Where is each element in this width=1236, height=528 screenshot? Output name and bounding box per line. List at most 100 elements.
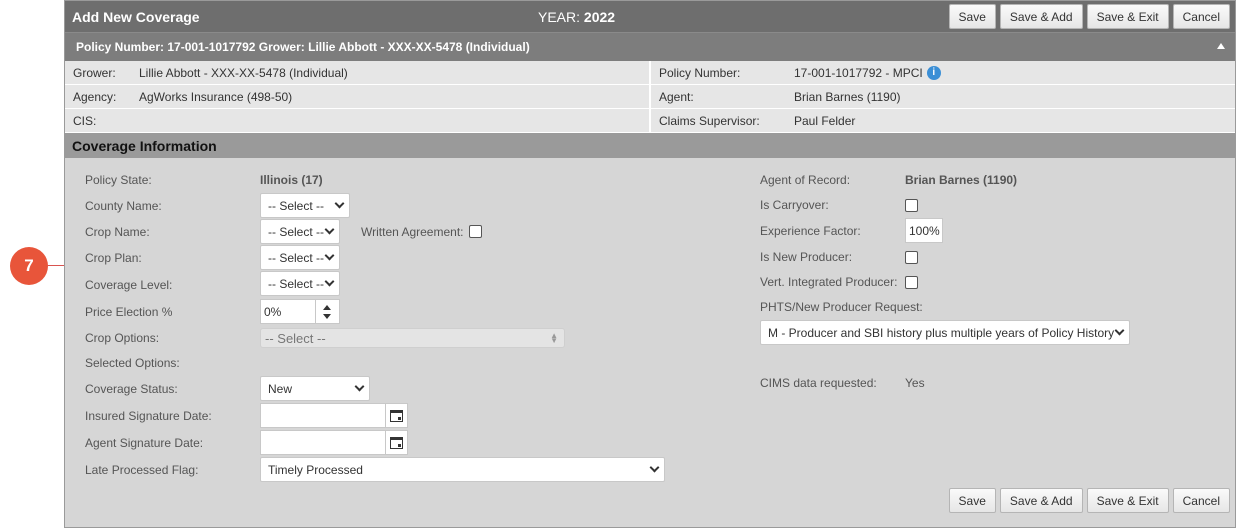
- late-processed-flag-select[interactable]: Timely Processed: [260, 457, 665, 482]
- price-election-label: Price Election %: [85, 305, 173, 319]
- agent-signature-date-input[interactable]: [260, 430, 386, 455]
- add-coverage-panel: Add New Coverage YEAR: 2022 Save Save & …: [64, 0, 1236, 528]
- experience-factor-input[interactable]: 100%: [905, 218, 943, 243]
- is-carryover-checkbox[interactable]: [905, 199, 918, 212]
- save-button[interactable]: Save: [948, 488, 996, 513]
- claims-supervisor-label: Claims Supervisor:: [659, 113, 760, 128]
- year-label: YEAR:: [538, 8, 581, 25]
- bottom-button-group: Save Save & Add Save & Exit Cancel: [948, 488, 1230, 513]
- selected-options-label: Selected Options:: [85, 356, 180, 370]
- is-new-producer-checkbox[interactable]: [905, 251, 918, 264]
- county-name-select[interactable]: -- Select --: [260, 193, 350, 218]
- page-title: Add New Coverage: [72, 8, 200, 25]
- collapse-caret-icon[interactable]: [1217, 43, 1225, 49]
- crop-plan-select[interactable]: -- Select --: [260, 245, 340, 270]
- save-button[interactable]: Save: [948, 4, 996, 29]
- save-exit-button[interactable]: Save & Exit: [1086, 4, 1169, 29]
- coverage-status-select-value: New: [268, 381, 293, 396]
- policy-state-value: Illinois (17): [260, 173, 323, 187]
- cancel-button[interactable]: Cancel: [1172, 488, 1230, 513]
- cims-data-requested-label: CIMS data requested:: [760, 376, 877, 390]
- chevron-down-icon: [324, 276, 335, 287]
- agent-value: Brian Barnes (1190): [794, 89, 901, 104]
- is-carryover-label: Is Carryover:: [760, 198, 829, 212]
- agency-row: Agency: AgWorks Insurance (498-50): [65, 85, 649, 109]
- crop-plan-select-value: -- Select --: [268, 250, 325, 265]
- vert-integrated-producer-checkbox[interactable]: [905, 276, 918, 289]
- experience-factor-label: Experience Factor:: [760, 224, 861, 238]
- phts-request-select-value: M - Producer and SBI history plus multip…: [768, 325, 1115, 340]
- cis-row: CIS:: [65, 109, 649, 133]
- written-agreement-checkbox[interactable]: [469, 225, 482, 238]
- grower-row: Grower: Lillie Abbott - XXX-XX-5478 (Ind…: [65, 61, 649, 85]
- coverage-level-select-value: -- Select --: [268, 276, 325, 291]
- claims-supervisor-value: Paul Felder: [794, 113, 856, 128]
- county-name-label: County Name:: [85, 199, 162, 213]
- written-agreement-label: Written Agreement:: [361, 225, 464, 239]
- late-processed-flag-select-value: Timely Processed: [268, 462, 363, 477]
- policy-state-label: Policy State:: [85, 173, 152, 187]
- cims-data-requested-value: Yes: [905, 376, 925, 390]
- crop-options-select-value: -- Select --: [265, 330, 326, 346]
- year-display: YEAR: 2022: [538, 9, 615, 25]
- save-add-button[interactable]: Save & Add: [999, 4, 1083, 29]
- chevron-down-icon: [354, 381, 365, 392]
- policy-number-label: Policy Number:: [659, 65, 741, 80]
- vert-integrated-producer-label: Vert. Integrated Producer:: [760, 275, 898, 289]
- step-callout-badge: 7: [10, 247, 48, 285]
- insured-signature-date-input[interactable]: [260, 403, 386, 428]
- chevron-down-icon: [1114, 325, 1125, 336]
- agent-label: Agent:: [659, 89, 694, 104]
- info-icon[interactable]: i: [926, 65, 941, 80]
- policy-info-grid: Grower: Lillie Abbott - XXX-XX-5478 (Ind…: [65, 61, 1235, 133]
- agency-label: Agency:: [73, 89, 117, 104]
- policy-summary-text: Policy Number: 17-001-1017792 Grower: Li…: [76, 40, 530, 54]
- phts-label: PHTS/New Producer Request:: [760, 300, 923, 314]
- price-election-stepper[interactable]: [316, 299, 340, 324]
- top-button-group: Save Save & Add Save & Exit Cancel: [948, 4, 1230, 29]
- crop-options-select[interactable]: -- Select -- ▲ ▼: [260, 328, 565, 348]
- crop-plan-label: Crop Plan:: [85, 251, 142, 265]
- stepper-down-icon[interactable]: [323, 314, 331, 319]
- coverage-status-label: Coverage Status:: [85, 382, 178, 396]
- claims-supervisor-row: Claims Supervisor: Paul Felder: [651, 109, 1235, 133]
- phts-request-select[interactable]: M - Producer and SBI history plus multip…: [760, 320, 1130, 345]
- coverage-form: Policy State: Illinois (17) County Name:…: [65, 158, 1235, 518]
- cancel-button[interactable]: Cancel: [1172, 4, 1230, 29]
- chevron-down-icon: [324, 250, 335, 261]
- chevron-down-icon: [649, 462, 660, 473]
- coverage-level-select[interactable]: -- Select --: [260, 271, 340, 296]
- crop-options-label: Crop Options:: [85, 331, 160, 345]
- chevron-down-icon: [324, 224, 335, 235]
- late-processed-flag-label: Late Processed Flag:: [85, 463, 199, 477]
- policy-summary-bar[interactable]: Policy Number: 17-001-1017792 Grower: Li…: [65, 32, 1235, 61]
- coverage-level-label: Coverage Level:: [85, 278, 173, 292]
- agency-value: AgWorks Insurance (498-50): [139, 89, 293, 104]
- save-add-button[interactable]: Save & Add: [999, 488, 1083, 513]
- insured-signature-calendar-button[interactable]: [386, 403, 408, 428]
- cis-label: CIS:: [73, 113, 97, 128]
- stepper-up-icon[interactable]: [323, 305, 331, 310]
- calendar-icon: [390, 436, 403, 449]
- agent-row: Agent: Brian Barnes (1190): [651, 85, 1235, 109]
- grower-value: Lillie Abbott - XXX-XX-5478 (Individual): [139, 65, 348, 80]
- crop-name-select[interactable]: -- Select --: [260, 219, 340, 244]
- price-election-input[interactable]: 0%: [260, 299, 316, 324]
- agent-of-record-value: Brian Barnes (1190): [905, 173, 1018, 187]
- title-bar: Add New Coverage YEAR: 2022 Save Save & …: [65, 1, 1235, 32]
- chevron-down-icon: [334, 198, 345, 209]
- agent-signature-calendar-button[interactable]: [386, 430, 408, 455]
- grower-label: Grower:: [73, 65, 116, 80]
- info-right-column: Policy Number: 17-001-1017792 - MPCI i A…: [651, 61, 1235, 133]
- agent-of-record-label: Agent of Record:: [760, 173, 851, 187]
- county-name-select-value: -- Select --: [268, 198, 325, 213]
- save-exit-button[interactable]: Save & Exit: [1086, 488, 1169, 513]
- coverage-status-select[interactable]: New: [260, 376, 370, 401]
- year-value: 2022: [583, 8, 616, 25]
- crop-name-label: Crop Name:: [85, 225, 150, 239]
- policy-number-row: Policy Number: 17-001-1017792 - MPCI i: [651, 61, 1235, 85]
- agent-signature-date-label: Agent Signature Date:: [85, 436, 204, 450]
- info-left-column: Grower: Lillie Abbott - XXX-XX-5478 (Ind…: [65, 61, 651, 133]
- crop-name-select-value: -- Select --: [268, 224, 325, 239]
- is-new-producer-label: Is New Producer:: [760, 250, 853, 264]
